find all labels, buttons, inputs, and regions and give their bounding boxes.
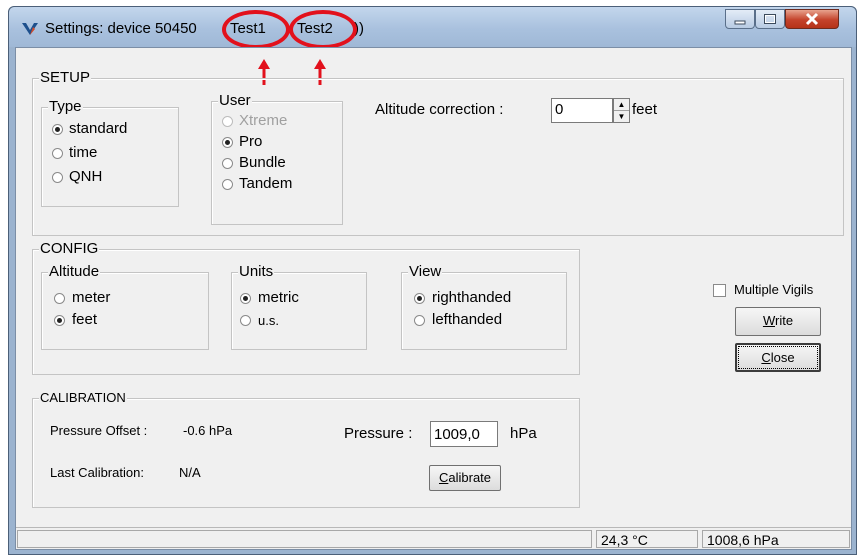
maximize-button[interactable]	[755, 9, 785, 29]
view-lefthanded-label: lefthanded	[432, 311, 503, 328]
user-xtreme-radio	[222, 116, 233, 127]
view-righthanded-radio[interactable]	[414, 293, 425, 304]
pressure-unit: hPa	[510, 425, 537, 442]
close-window-button[interactable]	[785, 9, 839, 29]
calibrate-button-label: Calibrate	[438, 470, 492, 485]
multiple-vigils-label: Multiple Vigils	[734, 282, 814, 297]
pressure-input[interactable]: 1009,0	[430, 421, 498, 447]
minimize-icon	[734, 20, 746, 25]
units-group-label: Units	[238, 263, 275, 280]
view-group: View righthanded lefthanded	[401, 263, 567, 350]
units-us-label: u.s.	[258, 313, 279, 328]
altitude-group-label: Altitude	[48, 263, 101, 280]
units-metric-label: metric	[258, 289, 299, 306]
spin-up-icon[interactable]: ▲	[614, 99, 629, 111]
spin-down-icon[interactable]: ▼	[614, 111, 629, 123]
type-time-label: time	[69, 144, 98, 161]
status-pane-main	[17, 530, 592, 548]
pressure-offset-label: Pressure Offset :	[50, 423, 148, 438]
altitude-meter-label: meter	[72, 289, 111, 306]
user-bundle-radio[interactable]	[222, 158, 233, 169]
pressure-offset-value: -0.6 hPa	[183, 423, 233, 438]
setup-group-label: SETUP	[39, 69, 92, 86]
altitude-correction-unit: feet	[632, 101, 658, 118]
type-group-label: Type	[48, 98, 83, 115]
user-bundle-label: Bundle	[239, 154, 286, 171]
highlight-circle-test2	[289, 10, 357, 49]
type-standard-radio[interactable]	[52, 124, 63, 135]
close-button-label: Close	[761, 350, 795, 365]
title-bar[interactable]: Settings: device 50450 Test1 Test2 ))	[9, 7, 856, 49]
highlight-circle-test1	[222, 10, 290, 49]
calibration-group: CALIBRATION Pressure Offset : -0.6 hPa L…	[32, 390, 580, 508]
write-button[interactable]: Write	[735, 307, 821, 336]
user-group: User Xtreme Pro Bundle Tandem	[211, 92, 343, 225]
minimize-button[interactable]	[725, 9, 755, 29]
config-group-label: CONFIG	[39, 240, 100, 257]
setup-group: SETUP Type standard time QNH User Xtreme…	[32, 69, 844, 236]
calibration-group-label: CALIBRATION	[39, 390, 127, 405]
type-qnh-label: QNH	[69, 168, 103, 185]
status-pressure: 1008,6 hPa	[702, 530, 850, 548]
view-group-label: View	[408, 263, 443, 280]
altitude-correction-spinner[interactable]: ▲ ▼	[613, 98, 630, 123]
view-lefthanded-radio[interactable]	[414, 315, 425, 326]
last-calibration-label: Last Calibration:	[50, 465, 144, 480]
window-title: Settings: device 50450	[45, 20, 197, 37]
app-icon	[22, 23, 38, 35]
altitude-correction-input[interactable]: 0	[551, 98, 613, 123]
user-tandem-label: Tandem	[239, 175, 293, 192]
user-pro-label: Pro	[239, 133, 263, 150]
altitude-correction-label: Altitude correction :	[375, 101, 504, 118]
status-bar: 24,3 °C 1008,6 hPa	[16, 527, 851, 549]
units-us-radio[interactable]	[240, 315, 251, 326]
status-temperature: 24,3 °C	[596, 530, 698, 548]
altitude-feet-radio[interactable]	[54, 315, 65, 326]
dialog-client-area: SETUP Type standard time QNH User Xtreme…	[15, 47, 852, 550]
altitude-group: Altitude meter feet	[41, 263, 209, 350]
altitude-feet-label: feet	[72, 311, 98, 328]
pressure-label: Pressure :	[344, 425, 413, 442]
units-metric-radio[interactable]	[240, 293, 251, 304]
type-time-radio[interactable]	[52, 148, 63, 159]
type-group: Type standard time QNH	[41, 98, 179, 207]
last-calibration-value: N/A	[179, 465, 201, 480]
user-group-label: User	[218, 92, 252, 109]
units-group: Units metric u.s.	[231, 263, 367, 350]
close-icon	[805, 12, 819, 26]
config-group: CONFIG Altitude meter feet Units metric …	[32, 240, 580, 375]
view-righthanded-label: righthanded	[432, 289, 512, 306]
multiple-vigils-checkbox[interactable]	[713, 284, 726, 297]
type-standard-label: standard	[69, 120, 128, 137]
altitude-meter-radio[interactable]	[54, 293, 65, 304]
type-qnh-radio[interactable]	[52, 172, 63, 183]
calibrate-button[interactable]: Calibrate	[429, 465, 501, 491]
close-button[interactable]: Close	[735, 343, 821, 372]
write-button-label: Write	[762, 313, 794, 328]
settings-window: Settings: device 50450 Test1 Test2 )) SE…	[8, 6, 857, 555]
user-tandem-radio[interactable]	[222, 179, 233, 190]
user-pro-radio[interactable]	[222, 137, 233, 148]
maximize-icon	[764, 14, 776, 24]
user-xtreme-label: Xtreme	[239, 112, 288, 129]
